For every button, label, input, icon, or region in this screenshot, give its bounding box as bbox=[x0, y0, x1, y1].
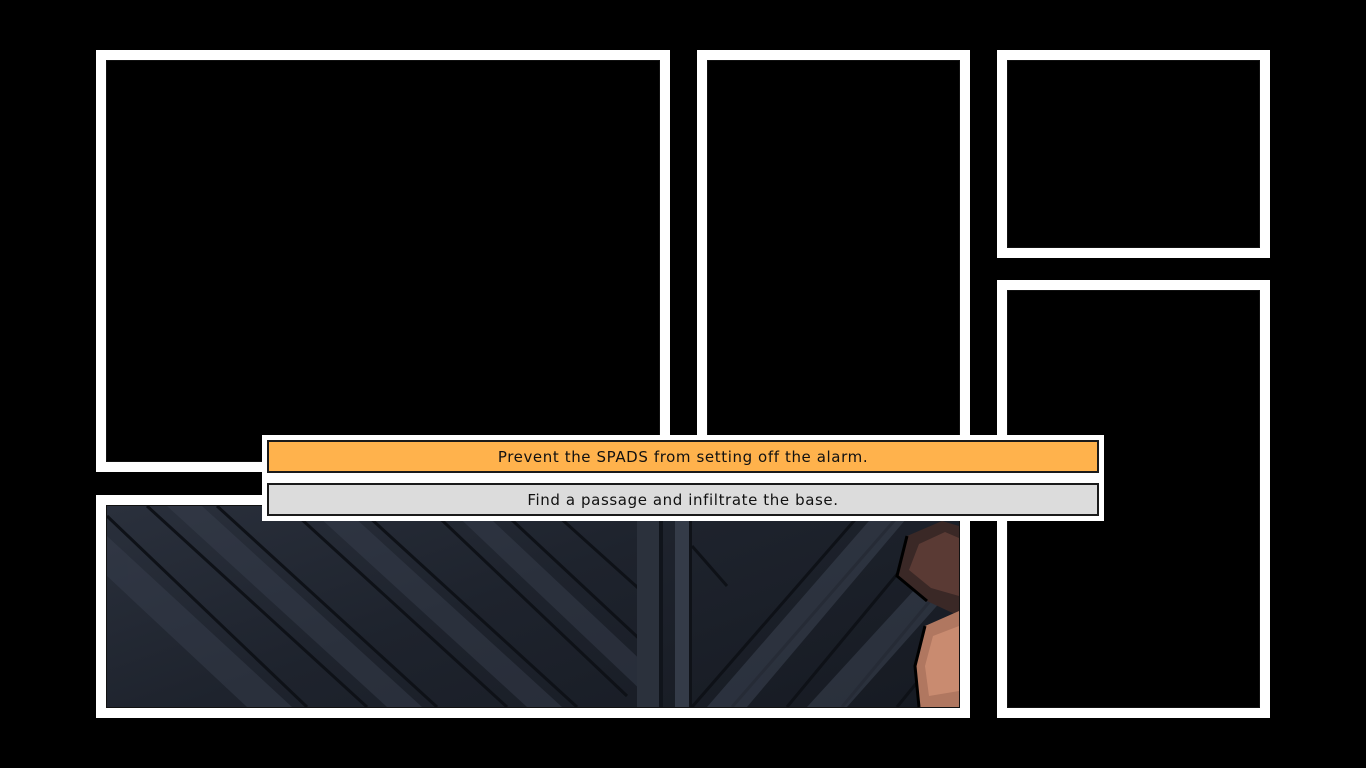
objective-secondary: Find a passage and infiltrate the base. bbox=[267, 483, 1099, 516]
comic-panel-5 bbox=[96, 495, 970, 718]
game-scene-view bbox=[107, 506, 959, 707]
comic-panel-1-content bbox=[106, 60, 660, 462]
objective-primary: Prevent the SPADS from setting off the a… bbox=[267, 440, 1099, 473]
game-scene-panel bbox=[106, 505, 960, 708]
comic-panel-3 bbox=[997, 50, 1270, 258]
comic-panel-3-content bbox=[1007, 60, 1260, 248]
comic-panel-2-content bbox=[707, 60, 960, 440]
comic-panel-2 bbox=[697, 50, 970, 450]
comic-panel-1 bbox=[96, 50, 670, 472]
objectives-overlay: Prevent the SPADS from setting off the a… bbox=[262, 435, 1104, 521]
comic-page: Prevent the SPADS from setting off the a… bbox=[0, 0, 1366, 768]
wooden-beams-illustration bbox=[107, 506, 959, 707]
